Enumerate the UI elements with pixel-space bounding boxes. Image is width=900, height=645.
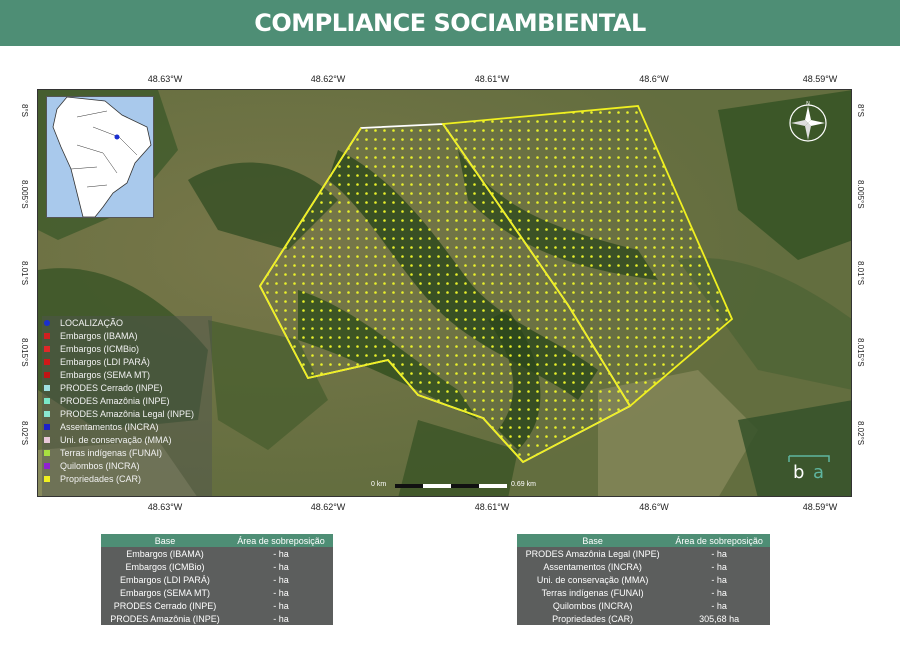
legend-item: Embargos (IBAMA) [42,329,212,342]
legend-item: LOCALIZAÇÃO [42,316,212,329]
table-header: Base [517,534,669,547]
legend-item: PRODES Amazônia (INPE) [42,394,212,407]
table-row: PRODES Amazônia (INPE) - ha [101,612,333,625]
table-row: Embargos (LDI PARÁ) - ha [101,573,333,586]
table-row: Uni. de conservação (MMA) - ha [517,573,770,586]
overlap-table-left: Base Área de sobreposição Embargos (IBAM… [101,534,333,625]
legend-swatch [44,449,50,456]
north-arrow-icon: N [785,100,831,146]
overlap-table-right: Base Área de sobreposição PRODES Amazôni… [517,534,770,625]
lat-label-left: 8°S [20,103,29,117]
lon-label-bottom: 48.62°W [310,502,346,512]
lon-label-top: 48.62°W [310,74,346,84]
table-header: Área de sobreposição [668,534,770,547]
table-row: PRODES Cerrado (INPE) - ha [101,599,333,612]
legend-swatch [44,345,50,352]
lat-label-right: 8.01°S [856,260,865,286]
lat-label-right: 8.02°S [856,420,865,446]
legend-item: Uni. de conservação (MMA) [42,433,212,446]
lat-label-left: 8.02°S [20,420,29,446]
lon-label-top: 48.59°W [802,74,838,84]
table-row: Quilombos (INCRA) - ha [517,599,770,612]
legend-swatch [44,358,50,365]
lat-label-left: 8.01°S [20,260,29,286]
legend-item: Propriedades (CAR) [42,472,212,485]
lon-label-bottom: 48.61°W [474,502,510,512]
legend-swatch [44,384,50,391]
table-header: Base [101,534,229,547]
map-legend: LOCALIZAÇÃO Embargos (IBAMA) Embargos (I… [42,316,212,496]
legend-item: Terras indígenas (FUNAI) [42,446,212,459]
legend-item: PRODES Amazônia Legal (INPE) [42,407,212,420]
legend-item: Assentamentos (INCRA) [42,420,212,433]
table-row: Embargos (ICMBio) - ha [101,560,333,573]
legend-swatch [44,332,50,339]
legend-swatch [44,475,50,482]
legend-swatch [44,410,50,417]
table-header: Área de sobreposição [228,534,333,547]
lon-label-bottom: 48.6°W [639,502,669,512]
legend-item: Quilombos (INCRA) [42,459,212,472]
map-view[interactable]: LOCALIZAÇÃO Embargos (IBAMA) Embargos (I… [37,89,852,497]
svg-text:b: b [793,462,804,483]
location-marker-icon [114,134,120,140]
lat-label-right: 8°S [856,103,865,117]
lon-label-bottom: 48.63°W [147,502,183,512]
legend-swatch [44,423,50,430]
lat-label-right: 8.015°S [856,337,865,367]
legend-item: Embargos (ICMBio) [42,342,212,355]
legend-swatch [44,319,50,326]
legend-item: PRODES Cerrado (INPE) [42,381,212,394]
legend-item: Embargos (SEMA MT) [42,368,212,381]
location-inset-map [46,96,154,218]
lat-label-left: 8.015°S [20,337,29,367]
lat-label-right: 8.005°S [856,179,865,209]
scale-bar: 0 km 0.69 km [371,481,536,488]
legend-swatch [44,462,50,469]
table-row: Terras indígenas (FUNAI) - ha [517,586,770,599]
table-row: Embargos (IBAMA) - ha [101,547,333,560]
south-america-map [52,97,152,217]
legend-swatch [44,371,50,378]
svg-text:a: a [813,462,824,483]
table-row: Embargos (SEMA MT) - ha [101,586,333,599]
lon-label-top: 48.6°W [639,74,669,84]
lon-label-top: 48.61°W [474,74,510,84]
lon-label-top: 48.63°W [147,74,183,84]
lat-label-left: 8.005°S [20,179,29,209]
table-row: Propriedades (CAR) 305,68 ha [517,612,770,625]
legend-item: Embargos (LDI PARÁ) [42,355,212,368]
svg-text:N: N [806,101,810,107]
page-header: COMPLIANCE SOCIAMBIENTAL [0,0,900,46]
brand-logo: b a [787,454,831,484]
legend-swatch [44,436,50,443]
legend-swatch [44,397,50,404]
page-title: COMPLIANCE SOCIAMBIENTAL [254,9,646,37]
table-row: PRODES Amazônia Legal (INPE) - ha [517,547,770,560]
lon-label-bottom: 48.59°W [802,502,838,512]
table-row: Assentamentos (INCRA) - ha [517,560,770,573]
